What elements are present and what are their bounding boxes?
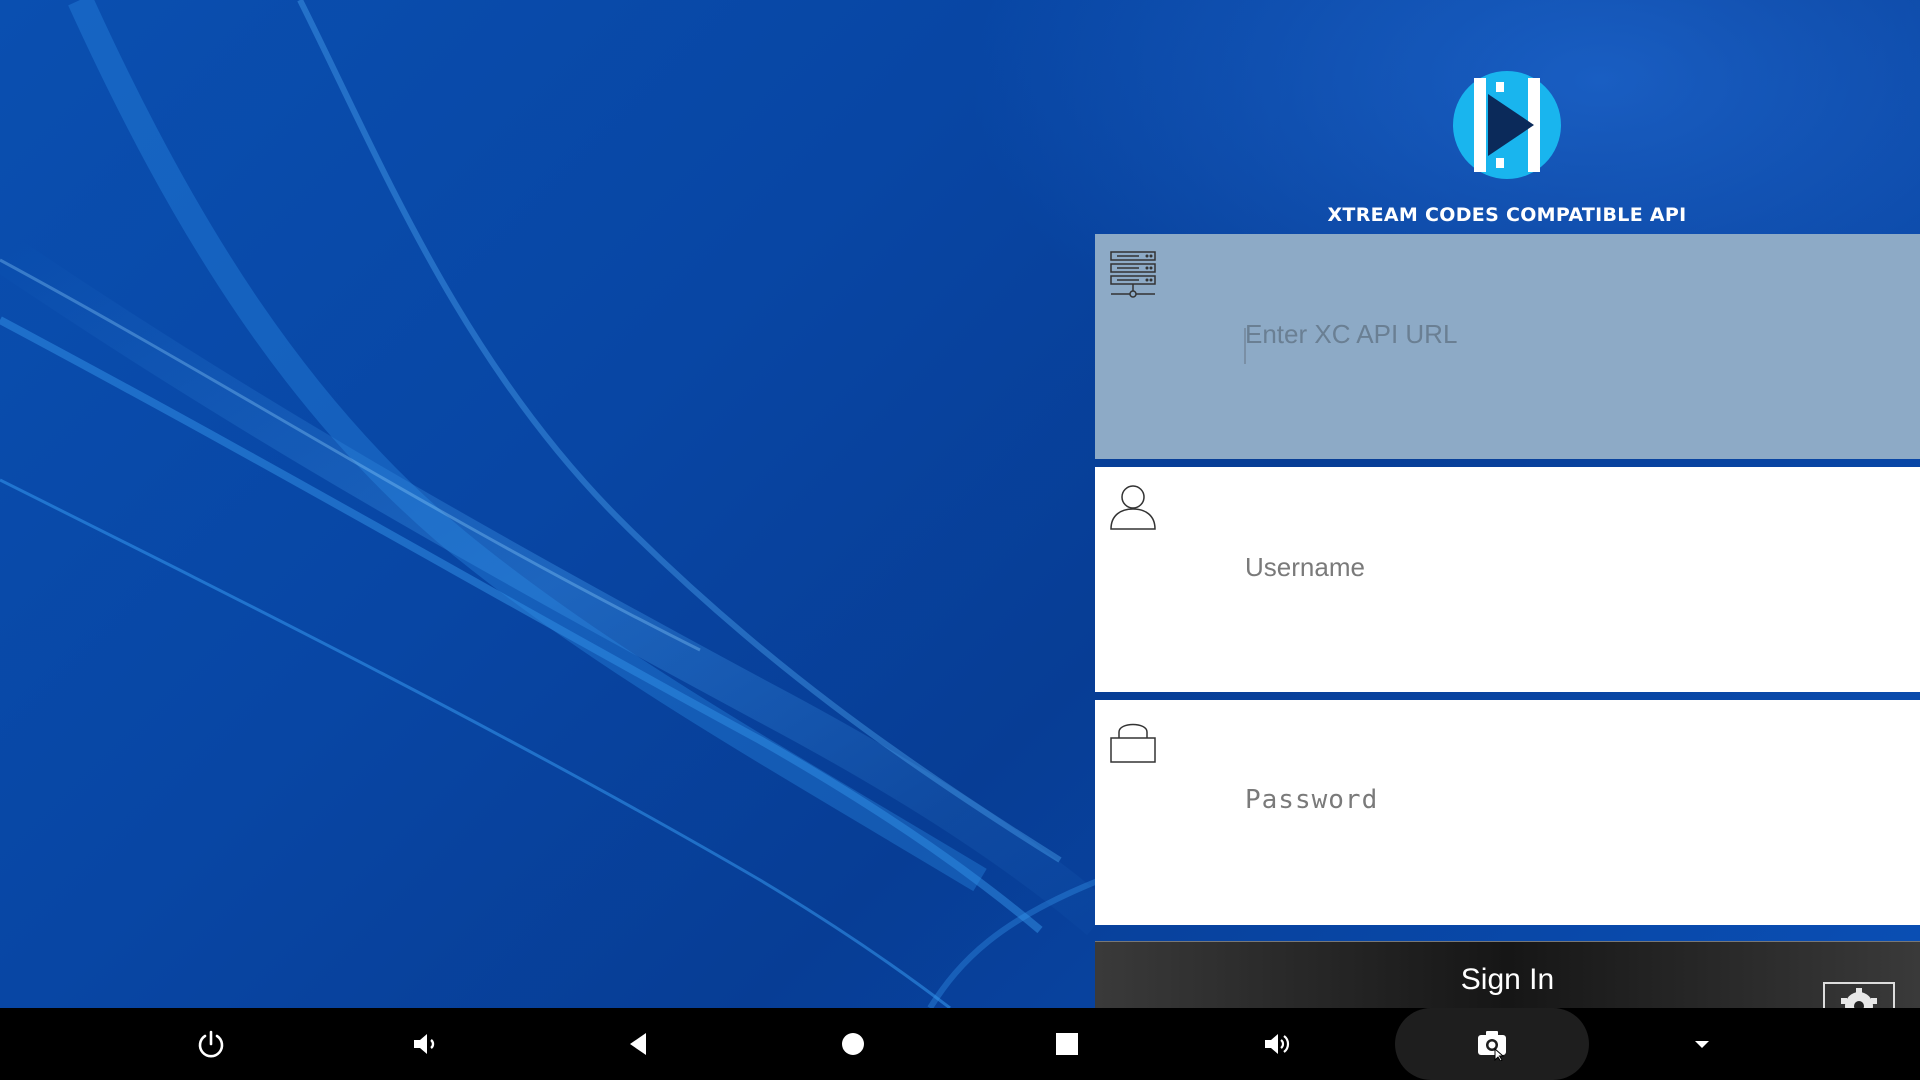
url-input[interactable] bbox=[1245, 304, 1885, 364]
volume-down-button[interactable] bbox=[395, 1008, 455, 1080]
user-icon bbox=[1110, 485, 1156, 530]
power-button[interactable] bbox=[181, 1008, 241, 1080]
system-navbar bbox=[0, 1008, 1920, 1080]
url-field[interactable] bbox=[1095, 234, 1920, 459]
gear-icon bbox=[1841, 988, 1877, 1008]
brand-title: XTREAM CODES COMPATIBLE API bbox=[1327, 204, 1687, 226]
lock-icon bbox=[1110, 723, 1156, 763]
screenshot-icon bbox=[1478, 1031, 1506, 1061]
password-input[interactable] bbox=[1245, 770, 1885, 830]
password-field[interactable] bbox=[1095, 700, 1920, 925]
sign-in-label: Sign In bbox=[1460, 963, 1555, 996]
dropdown-icon bbox=[1695, 1041, 1709, 1048]
volume-up-button[interactable] bbox=[1247, 1008, 1307, 1080]
recents-icon bbox=[1056, 1033, 1078, 1055]
back-button[interactable] bbox=[609, 1008, 669, 1080]
sign-in-button[interactable]: Sign In bbox=[1095, 941, 1920, 1008]
settings-button[interactable] bbox=[1823, 982, 1895, 1008]
back-icon bbox=[630, 1033, 646, 1055]
volume-up-icon bbox=[1265, 1034, 1290, 1054]
username-input[interactable] bbox=[1245, 537, 1885, 597]
server-icon bbox=[1110, 251, 1156, 298]
home-icon bbox=[842, 1033, 864, 1055]
app-logo bbox=[1452, 70, 1562, 180]
recents-button[interactable] bbox=[1037, 1008, 1097, 1080]
home-button[interactable] bbox=[823, 1008, 883, 1080]
play-logo-icon bbox=[1453, 71, 1561, 179]
volume-down-icon bbox=[414, 1034, 435, 1054]
dropdown-button[interactable] bbox=[1672, 1008, 1732, 1080]
username-field[interactable] bbox=[1095, 467, 1920, 692]
power-icon bbox=[198, 1030, 224, 1058]
screenshot-button[interactable] bbox=[1462, 1008, 1522, 1080]
text-cursor bbox=[1244, 328, 1246, 364]
